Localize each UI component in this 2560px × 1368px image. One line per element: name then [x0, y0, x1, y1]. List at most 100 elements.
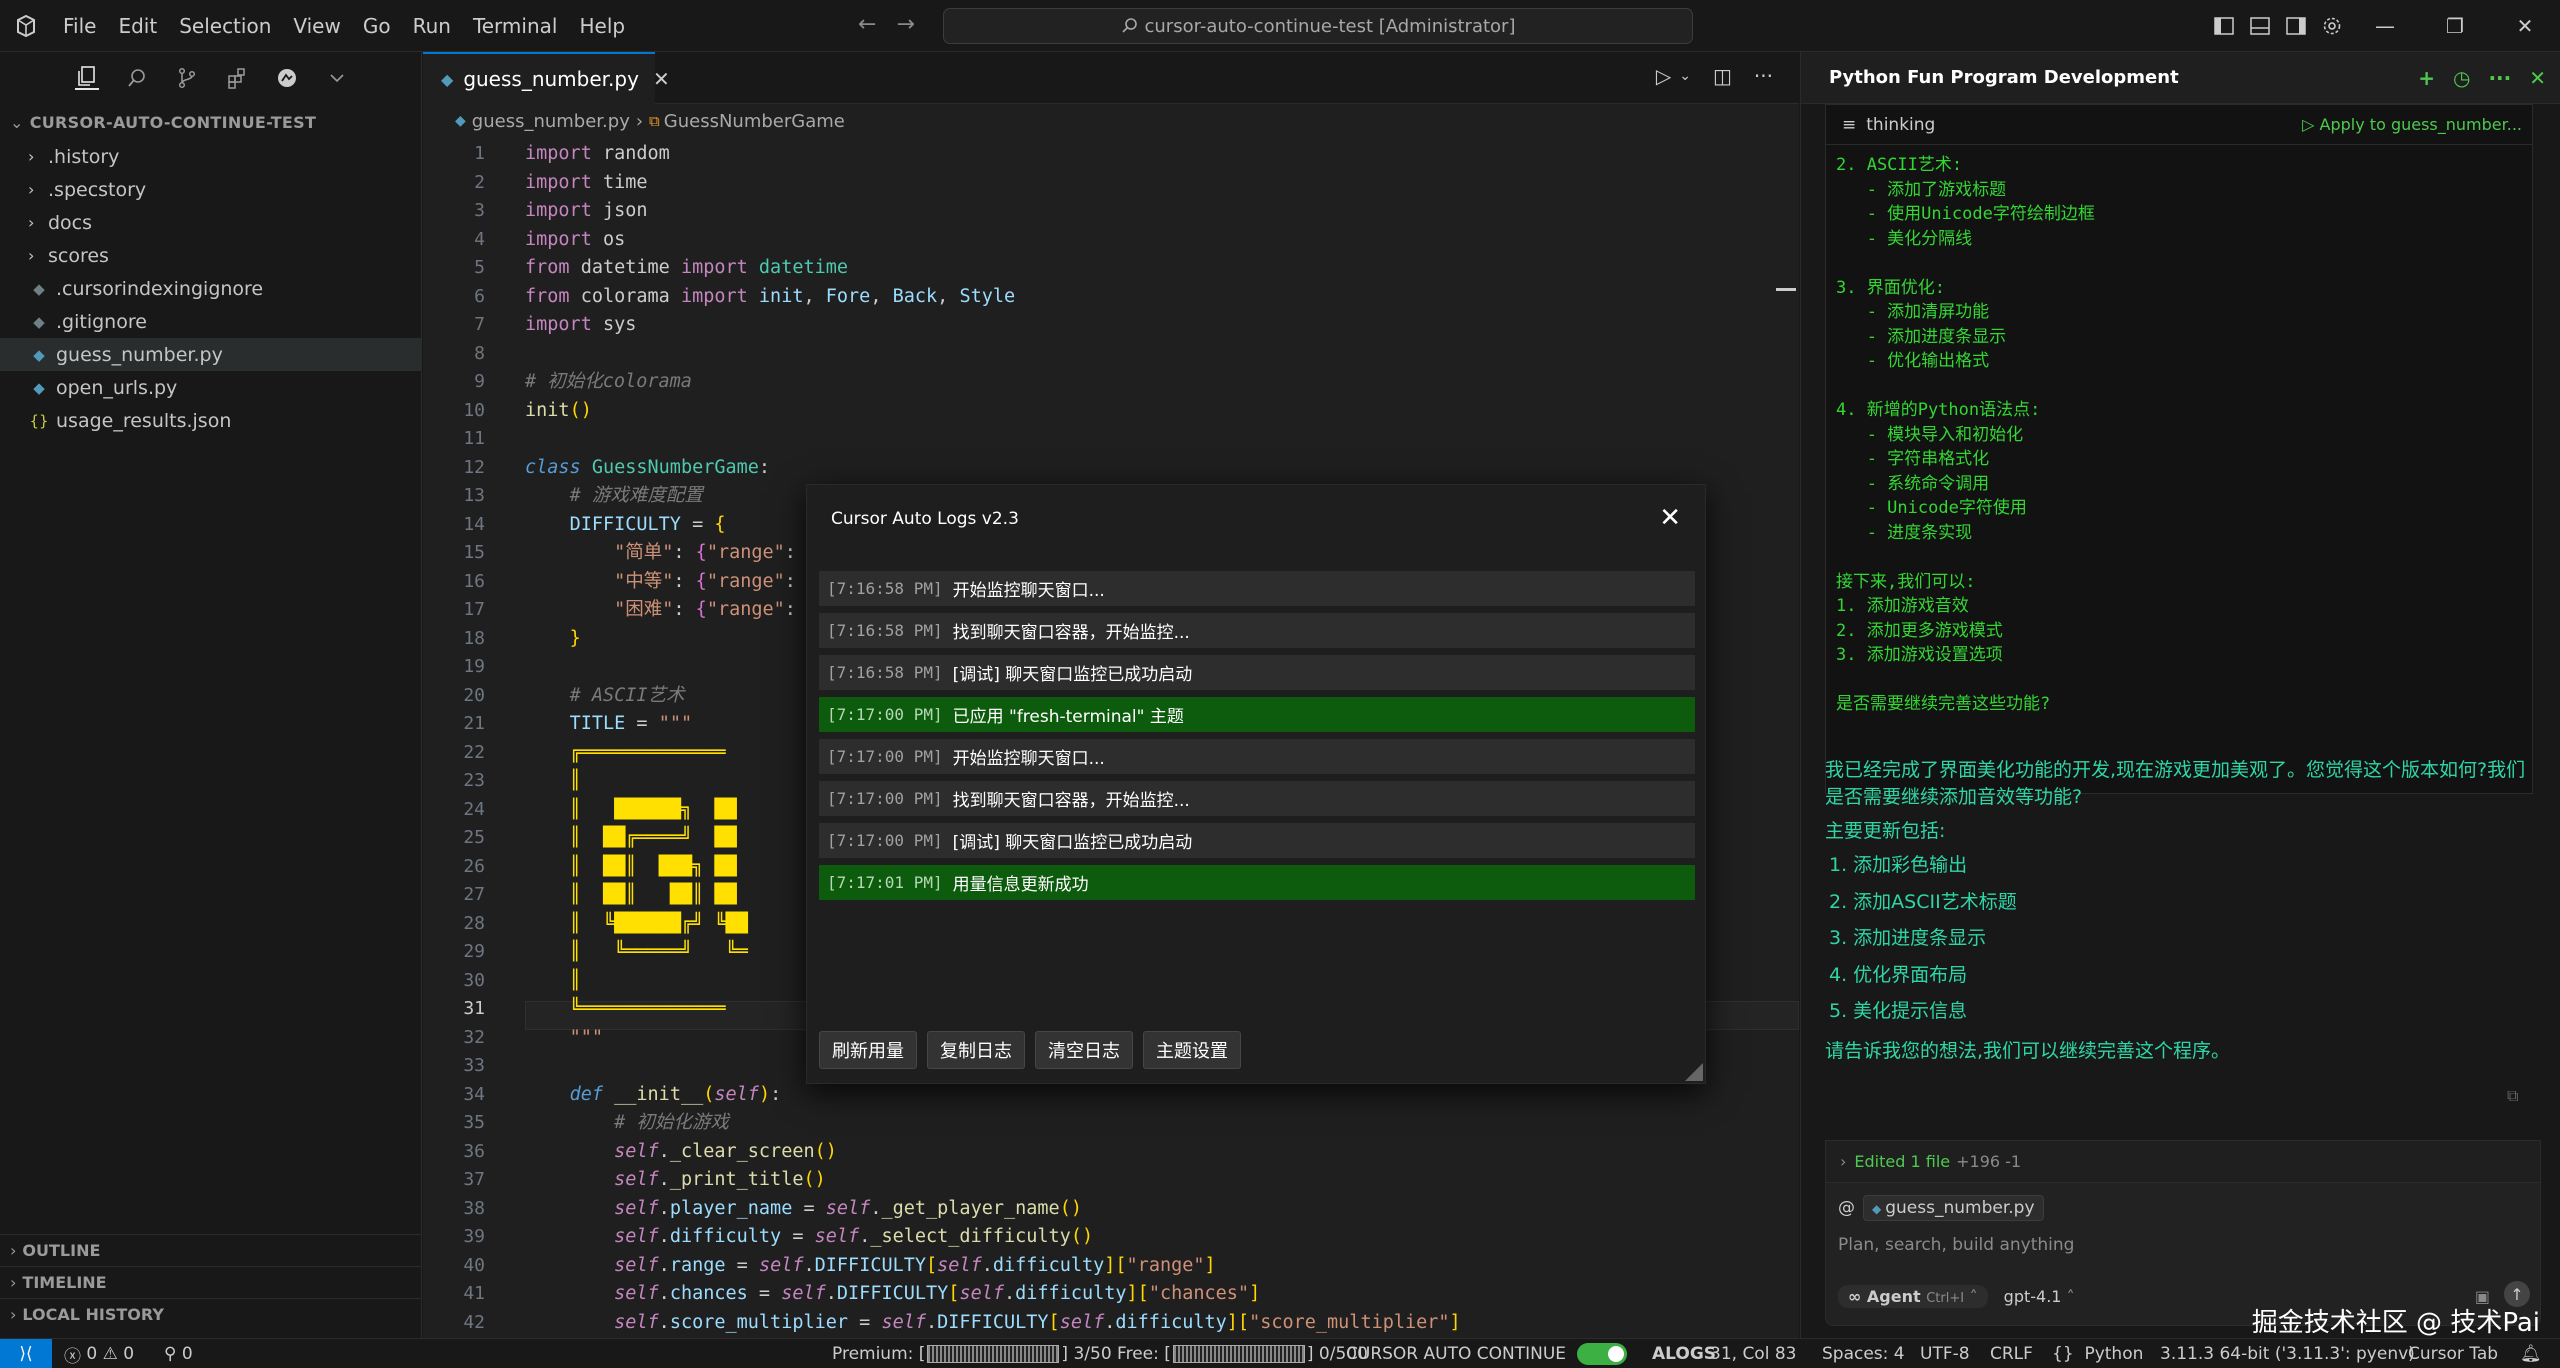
menu-selection[interactable]: Selection — [168, 0, 282, 52]
more-options-icon[interactable]: ··· — [2488, 66, 2511, 90]
code-line[interactable]: ║ — [525, 967, 581, 996]
usage-indicator[interactable]: Premium: [] 3/50 Free: [] 0/500 — [832, 1339, 1368, 1368]
tab-guess-number[interactable]: ◆ guess_number.py ✕ — [423, 52, 670, 104]
apply-to-file-button[interactable]: ▷ Apply to guess_number... — [2302, 115, 2522, 134]
refresh-usage-button[interactable]: 刷新用量 — [819, 1031, 917, 1069]
ports-indicator[interactable]: ⚲ 0 — [164, 1339, 193, 1368]
code-line[interactable]: import time — [525, 169, 648, 198]
restore-window-icon[interactable]: ❐ — [2420, 0, 2490, 52]
code-line[interactable]: ║ ██║ ███╗ ██ — [525, 853, 737, 882]
clear-log-button[interactable]: 清空日志 — [1035, 1031, 1133, 1069]
breadcrumb-file[interactable]: guess_number.py — [472, 111, 630, 132]
auto-continue-toggle[interactable] — [1576, 1343, 1627, 1365]
menu-run[interactable]: Run — [402, 0, 462, 52]
history-icon[interactable]: ◷ — [2453, 66, 2470, 90]
code-line[interactable]: "中等": {"range": — [525, 568, 796, 597]
outline-section[interactable]: › OUTLINE — [0, 1234, 422, 1266]
code-line[interactable]: from datetime import datetime — [525, 254, 848, 283]
code-line[interactable]: """ — [525, 1024, 603, 1053]
edited-files-summary[interactable]: › Edited 1 file +196 -1 — [1825, 1140, 2541, 1182]
context-file-chip[interactable]: ◆ guess_number.py — [1863, 1195, 2044, 1221]
timeline-section[interactable]: › TIMELINE — [0, 1266, 422, 1298]
problems-indicator[interactable]: ⓧ 0 ⚠ 0 — [64, 1339, 134, 1368]
code-line[interactable]: ║ — [525, 767, 581, 796]
toggle-primary-sidebar-icon[interactable] — [2207, 13, 2241, 39]
local-history-section[interactable]: › LOCAL HISTORY — [0, 1298, 422, 1330]
code-line[interactable]: TITLE = """ — [525, 710, 693, 739]
close-icon[interactable]: ✕ — [1659, 503, 1681, 533]
code-line[interactable]: self.range = self.DIFFICULTY[self.diffic… — [525, 1252, 1216, 1281]
copy-log-button[interactable]: 复制日志 — [927, 1031, 1025, 1069]
code-line[interactable]: "简单": {"range": — [525, 539, 796, 568]
agent-mode-selector[interactable]: ∞ Agent Ctrl+I ˄ — [1838, 1285, 1988, 1308]
menu-terminal[interactable]: Terminal — [462, 0, 569, 52]
search-icon[interactable] — [125, 66, 149, 90]
code-line[interactable]: import random — [525, 140, 670, 169]
model-selector[interactable]: gpt-4.1 ˄ — [2004, 1287, 2075, 1306]
code-line[interactable]: self.difficulty = self._select_difficult… — [525, 1223, 1093, 1252]
tree-item[interactable]: › docs — [0, 206, 421, 239]
close-window-icon[interactable]: ✕ — [2490, 0, 2560, 52]
tree-item[interactable]: ◆ .cursorindexingignore — [0, 272, 421, 305]
line-ending[interactable]: CRLF — [1990, 1339, 2033, 1368]
cursor-position[interactable]: 31, Col 83 — [1710, 1339, 1796, 1368]
remote-indicator-icon[interactable]: ⟩⟨ — [0, 1339, 52, 1368]
indentation[interactable]: Spaces: 4 — [1822, 1339, 1905, 1368]
menu-help[interactable]: Help — [568, 0, 636, 52]
code-line[interactable]: } — [525, 625, 581, 654]
tree-item[interactable]: ◆ guess_number.py — [0, 338, 421, 371]
source-control-icon[interactable] — [175, 66, 199, 90]
menu-file[interactable]: File — [52, 0, 107, 52]
toggle-secondary-sidebar-icon[interactable] — [2279, 13, 2313, 39]
resize-grip-icon[interactable] — [1683, 1061, 1703, 1081]
code-line[interactable]: "困难": {"range": — [525, 596, 796, 625]
tree-item[interactable]: ◆ .gitignore — [0, 305, 421, 338]
breadcrumb-symbol[interactable]: GuessNumberGame — [664, 111, 845, 132]
code-line[interactable]: ║ ██████╗ ██ — [525, 796, 737, 825]
code-line[interactable]: # 初始化游戏 — [525, 1109, 729, 1138]
code-line[interactable]: self.chances = self.DIFFICULTY[self.diff… — [525, 1280, 1260, 1309]
menu-view[interactable]: View — [282, 0, 351, 52]
code-line[interactable]: ║ ██╔════╝ ██ — [525, 824, 737, 853]
tree-item[interactable]: › .specstory — [0, 173, 421, 206]
toggle-panel-icon[interactable] — [2243, 13, 2277, 39]
code-line[interactable]: self.player_name = self._get_player_name… — [525, 1195, 1082, 1224]
new-chat-plus-icon[interactable]: + — [2418, 66, 2435, 90]
code-line[interactable]: def __init__(self): — [525, 1081, 782, 1110]
extensions-icon[interactable] — [225, 66, 249, 90]
menu-go[interactable]: Go — [352, 0, 402, 52]
menu-edit[interactable]: Edit — [107, 0, 168, 52]
python-interpreter[interactable]: 3.11.3 64-bit ('3.11.3': pyenv) — [2160, 1339, 2415, 1368]
code-line[interactable]: import os — [525, 226, 625, 255]
more-actions-icon[interactable]: ··· — [1754, 64, 1773, 88]
split-editor-icon[interactable]: ◫ — [1713, 64, 1732, 88]
chevron-down-icon[interactable] — [325, 66, 349, 90]
code-line[interactable]: ║ ╚═════╝ ╚═ — [525, 938, 748, 967]
code-line[interactable]: class GuessNumberGame: — [525, 454, 770, 483]
tree-item[interactable]: ◆ open_urls.py — [0, 371, 421, 404]
code-line[interactable]: # 游戏难度配置 — [525, 482, 703, 511]
run-python-icon[interactable]: ▷ — [1656, 64, 1671, 88]
theme-settings-button[interactable]: 主题设置 — [1143, 1031, 1241, 1069]
settings-gear-icon[interactable] — [2315, 13, 2349, 39]
notifications-bell-icon[interactable]: 🔔︎ — [2520, 1339, 2542, 1368]
explorer-root-folder[interactable]: ⌄ CURSOR-AUTO-CONTINUE-TEST — [0, 104, 421, 140]
code-line[interactable]: ║ ╚██████╔╝ ╚██ — [525, 910, 748, 939]
back-arrow-icon[interactable]: ← — [858, 12, 876, 37]
code-line[interactable]: import sys — [525, 311, 636, 340]
code-line[interactable]: import json — [525, 197, 648, 226]
language-mode[interactable]: {} Python — [2052, 1339, 2143, 1368]
code-line[interactable]: ╔═════════════ — [525, 739, 726, 768]
code-line[interactable]: self._print_title() — [525, 1166, 826, 1195]
close-tab-icon[interactable]: ✕ — [653, 67, 670, 91]
code-line[interactable]: init() — [525, 397, 592, 426]
auto-continue-status[interactable]: CURSOR AUTO CONTINUE — [1346, 1339, 1627, 1368]
chevron-down-icon[interactable]: ⌄ — [1679, 68, 1691, 88]
code-line[interactable]: ╚═════════════ — [525, 995, 726, 1024]
encoding[interactable]: UTF-8 — [1920, 1339, 1970, 1368]
code-line[interactable]: self._clear_screen() — [525, 1138, 837, 1167]
code-line[interactable]: # 初始化colorama — [525, 368, 692, 397]
tree-item[interactable]: {} usage_results.json — [0, 404, 421, 437]
explorer-files-icon[interactable] — [75, 66, 99, 90]
close-icon[interactable]: ✕ — [2529, 66, 2546, 90]
